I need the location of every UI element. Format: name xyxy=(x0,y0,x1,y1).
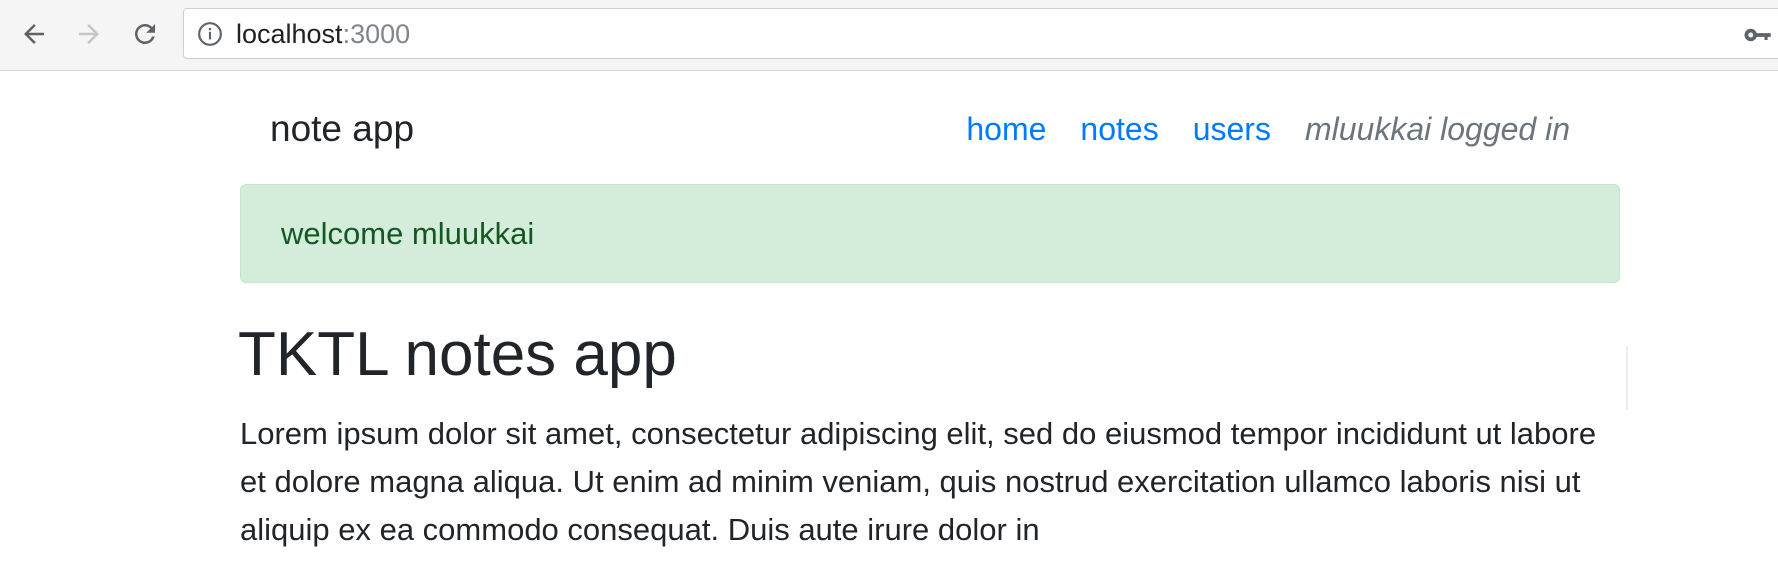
alert-message: welcome mluukkai xyxy=(281,216,535,251)
arrow-right-icon xyxy=(79,24,99,44)
nav-link-users[interactable]: users xyxy=(1193,108,1271,150)
url-text[interactable]: localhost:3000 xyxy=(236,19,410,49)
reload-icon xyxy=(135,24,155,44)
key-icon[interactable] xyxy=(1742,20,1772,50)
arrow-left-icon xyxy=(24,24,44,44)
url-port: :3000 xyxy=(342,19,411,49)
nav-links: home notes users mluukkai logged in xyxy=(966,108,1570,150)
logged-in-status: mluukkai logged in xyxy=(1304,111,1570,147)
forward-button[interactable] xyxy=(69,14,109,54)
info-icon[interactable] xyxy=(197,21,223,47)
scrollbar[interactable] xyxy=(1626,346,1628,410)
page-title: TKTL notes app xyxy=(238,320,677,389)
browser-toolbar: localhost:3000 xyxy=(0,0,1778,71)
navbar: note app home notes users mluukkai logge… xyxy=(240,90,1620,170)
nav-link-notes[interactable]: notes xyxy=(1080,108,1158,150)
body-paragraph: Lorem ipsum dolor sit amet, consectetur … xyxy=(240,416,1597,547)
navbar-brand[interactable]: note app xyxy=(270,106,414,152)
reload-button[interactable] xyxy=(125,14,165,54)
success-alert: welcome mluukkai xyxy=(240,184,1620,283)
nav-link-home[interactable]: home xyxy=(966,108,1046,150)
url-host: localhost xyxy=(236,19,343,49)
back-button[interactable] xyxy=(14,14,54,54)
address-bar[interactable]: localhost:3000 xyxy=(183,8,1778,59)
